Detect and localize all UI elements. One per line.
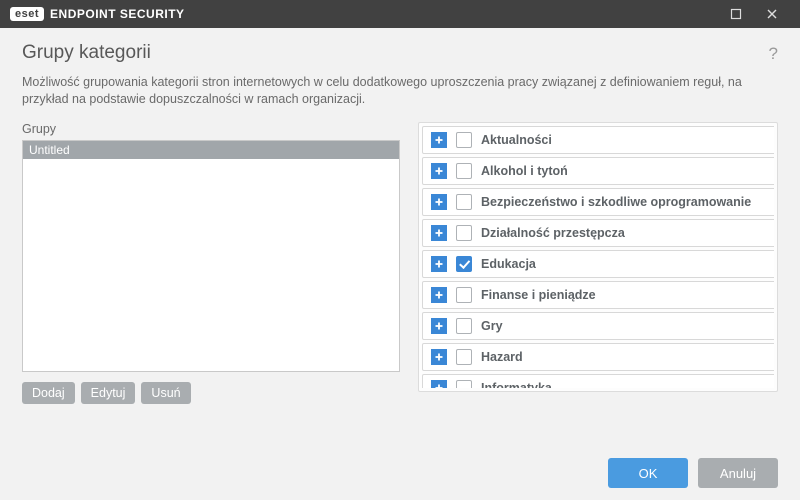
brand: eset ENDPOINT SECURITY [10, 7, 185, 21]
expand-icon[interactable] [431, 287, 447, 303]
brand-pill: eset [10, 7, 44, 21]
category-checkbox[interactable] [456, 194, 472, 210]
category-checkbox[interactable] [456, 380, 472, 388]
page-title: Grupy kategorii [22, 42, 778, 64]
category-checkbox[interactable] [456, 256, 472, 272]
expand-icon[interactable] [431, 380, 447, 388]
category-name: Informatyka [481, 381, 552, 388]
groups-label: Grupy [22, 122, 400, 136]
expand-icon[interactable] [431, 194, 447, 210]
brand-text: ENDPOINT SECURITY [50, 7, 185, 21]
groups-panel: Grupy Untitled Dodaj Edytuj Usuń [22, 122, 400, 404]
page-description: Możliwość grupowania kategorii stron int… [22, 74, 778, 108]
category-name: Finanse i pieniądze [481, 288, 596, 302]
categories-list[interactable]: Aktualności Alkohol i tytoń Bezpieczeństwo… [422, 126, 774, 388]
close-icon [766, 8, 778, 20]
category-checkbox[interactable] [456, 225, 472, 241]
expand-icon[interactable] [431, 163, 447, 179]
category-checkbox[interactable] [456, 163, 472, 179]
categories-panel: Aktualności Alkohol i tytoń Bezpieczeństwo… [418, 122, 778, 392]
category-row[interactable]: Edukacja [422, 250, 774, 278]
category-row[interactable]: Aktualności [422, 126, 774, 154]
category-name: Gry [481, 319, 503, 333]
expand-icon[interactable] [431, 225, 447, 241]
groups-listbox[interactable]: Untitled [22, 140, 400, 372]
cancel-button[interactable]: Anuluj [698, 458, 778, 488]
edit-button[interactable]: Edytuj [81, 382, 136, 404]
category-row[interactable]: Informatyka [422, 374, 774, 388]
category-checkbox[interactable] [456, 318, 472, 334]
expand-icon[interactable] [431, 318, 447, 334]
category-row[interactable]: Alkohol i tytoń [422, 157, 774, 185]
category-name: Aktualności [481, 133, 552, 147]
remove-button[interactable]: Usuń [141, 382, 190, 404]
category-name: Alkohol i tytoń [481, 164, 568, 178]
expand-icon[interactable] [431, 132, 447, 148]
category-row[interactable]: Gry [422, 312, 774, 340]
category-name: Edukacja [481, 257, 536, 271]
category-name: Bezpieczeństwo i szkodliwe oprogramowani… [481, 195, 751, 209]
group-row[interactable]: Untitled [23, 141, 399, 159]
expand-icon[interactable] [431, 349, 447, 365]
ok-button[interactable]: OK [608, 458, 688, 488]
minimize-button[interactable] [718, 0, 754, 28]
category-row[interactable]: Finanse i pieniądze [422, 281, 774, 309]
category-row[interactable]: Hazard [422, 343, 774, 371]
help-icon[interactable]: ? [769, 44, 778, 64]
body: ? Grupy kategorii Możliwość grupowania k… [0, 28, 800, 446]
category-checkbox[interactable] [456, 349, 472, 365]
expand-icon[interactable] [431, 256, 447, 272]
category-checkbox[interactable] [456, 132, 472, 148]
category-name: Hazard [481, 350, 523, 364]
category-row[interactable]: Bezpieczeństwo i szkodliwe oprogramowani… [422, 188, 774, 216]
add-button[interactable]: Dodaj [22, 382, 75, 404]
footer: OK Anuluj [0, 446, 800, 500]
category-name: Działalność przestępcza [481, 226, 625, 240]
titlebar: eset ENDPOINT SECURITY [0, 0, 800, 28]
minimize-icon [730, 8, 742, 20]
category-checkbox[interactable] [456, 287, 472, 303]
category-row[interactable]: Działalność przestępcza [422, 219, 774, 247]
close-button[interactable] [754, 0, 790, 28]
